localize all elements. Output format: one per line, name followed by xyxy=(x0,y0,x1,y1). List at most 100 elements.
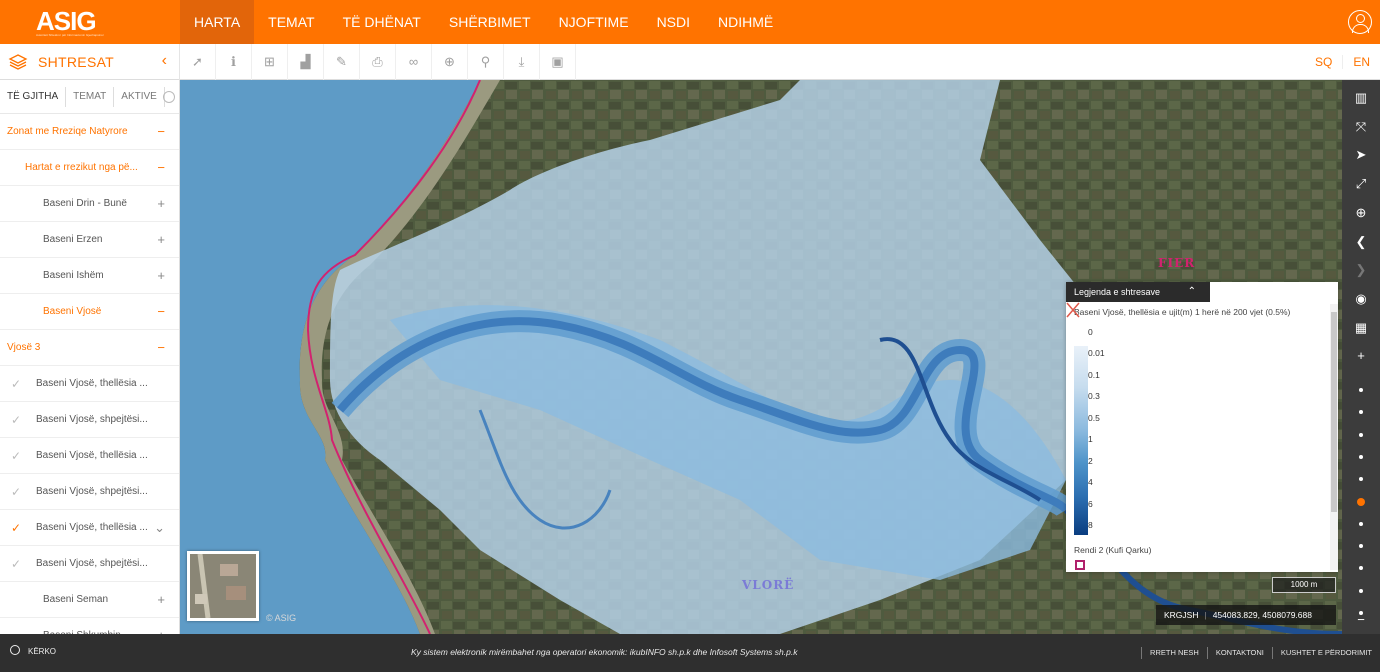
back-icon[interactable]: ❮ xyxy=(1342,228,1380,256)
add-box-icon[interactable]: ⊞ xyxy=(252,44,288,80)
nav-harta[interactable]: HARTA xyxy=(180,0,255,44)
checkmark-icon[interactable]: ✓ xyxy=(11,474,21,509)
zoom-level-dot[interactable] xyxy=(1359,388,1363,392)
layer-label: Baseni Vjosë, thellësia ... xyxy=(36,450,148,461)
layer-label: Zonat me Rreziqe Natyrore xyxy=(7,126,128,137)
layer-tree-item[interactable]: Baseni Drin - Bunë + xyxy=(0,186,179,222)
zoom-level-dot[interactable] xyxy=(1359,588,1363,593)
expand-icon[interactable]: + xyxy=(157,258,165,293)
nav-ndihme[interactable]: NDIHMË xyxy=(704,0,787,44)
pointer-icon[interactable]: ➚ xyxy=(180,44,216,80)
crs-label[interactable]: KRGJSH xyxy=(1164,610,1198,620)
nav-sherbimet[interactable]: SHËRBIMET xyxy=(435,0,545,44)
layer-tree-item[interactable]: Hartat e rrezikut nga pë... − xyxy=(0,150,179,186)
legend-header[interactable]: Legjenda e shtresave ⌃ xyxy=(1066,282,1210,302)
checkmark-icon[interactable]: ✓ xyxy=(11,402,21,437)
layer-tree-item[interactable]: Baseni Erzen + xyxy=(0,222,179,258)
lang-sq-button[interactable]: SQ xyxy=(1305,55,1342,69)
layer-tree-item[interactable]: ✓ Baseni Vjosë, shpejtësi... xyxy=(0,402,179,438)
layer-tree-item[interactable]: ✓ Baseni Vjosë, thellësia ... xyxy=(0,438,179,474)
layer-tree-item[interactable]: ✓ Baseni Vjosë, thellësia ... xyxy=(0,366,179,402)
depth-color-ramp xyxy=(1074,346,1088,535)
chevron-up-icon[interactable]: ⌃ xyxy=(1188,282,1196,302)
nav-temat[interactable]: TEMAT xyxy=(254,0,328,44)
checkmark-icon[interactable]: ✓ xyxy=(11,510,21,545)
layer-tree-item[interactable]: ✓ Baseni Vjosë, shpejtësi... xyxy=(0,546,179,582)
link-icon[interactable]: ∞ xyxy=(396,44,432,80)
collapse-icon[interactable]: − xyxy=(157,150,165,185)
layer-tree-item[interactable]: Baseni Ishëm + xyxy=(0,258,179,294)
layer-tree-item[interactable]: Zonat me Rreziqe Natyrore − xyxy=(0,114,179,150)
collapse-icon[interactable]: − xyxy=(157,294,165,329)
layer-label: Baseni Ishëm xyxy=(43,270,104,281)
edit-icon[interactable]: ✎ xyxy=(324,44,360,80)
layer-tree-item[interactable]: Baseni Shkumbin + xyxy=(0,618,179,634)
nav-nsdi[interactable]: NSDI xyxy=(643,0,704,44)
legend-scrollbar[interactable] xyxy=(1330,304,1338,570)
overview-minimap[interactable] xyxy=(187,551,259,621)
map-attribution: © ASIG xyxy=(266,613,297,623)
collapse-icon[interactable]: − xyxy=(157,114,165,149)
logo-subtext: Autoriteti Shtetëror për Informacionin G… xyxy=(36,33,104,37)
layer-tree-item[interactable]: ✓ Baseni Vjosë, shpejtësi... xyxy=(0,474,179,510)
expand-icon[interactable]: ⤢ xyxy=(1342,170,1380,198)
legend-value: 4 xyxy=(1088,477,1093,487)
chart-icon[interactable]: ▟ xyxy=(288,44,324,80)
zoom-level-current[interactable] xyxy=(1357,497,1365,506)
zoom-out-icon[interactable]: − xyxy=(1342,606,1380,634)
layer-tree-item[interactable]: Baseni Seman + xyxy=(0,582,179,618)
lang-en-button[interactable]: EN xyxy=(1342,55,1380,69)
expand-icon[interactable]: + xyxy=(157,582,165,617)
tab-active[interactable]: AKTIVE xyxy=(114,86,165,107)
image-icon[interactable]: ▣ xyxy=(540,44,576,80)
coordinates-value: 454083.829, 4508079.688 xyxy=(1212,610,1312,620)
expand-icon[interactable]: + xyxy=(157,618,165,634)
checkmark-icon[interactable]: ✓ xyxy=(11,546,21,581)
print-icon[interactable]: ⎙ xyxy=(360,44,396,80)
chevron-left-icon[interactable]: ‹ xyxy=(162,53,167,69)
info-icon[interactable]: ℹ xyxy=(216,44,252,80)
locate-icon[interactable]: ➤ xyxy=(1342,141,1380,169)
checkmark-icon[interactable]: ✓ xyxy=(11,438,21,473)
forward-icon[interactable]: ❯ xyxy=(1342,256,1380,284)
grid-icon[interactable]: ▦ xyxy=(1342,314,1380,342)
nav-njoftime[interactable]: NJOFTIME xyxy=(545,0,643,44)
settings-icon[interactable] xyxy=(162,90,175,103)
zoom-level-dot[interactable] xyxy=(1359,544,1363,549)
zoom-level-dot[interactable] xyxy=(1359,521,1363,526)
footer-link-rreth-nesh[interactable]: RRETH NESH xyxy=(1141,647,1207,659)
zoom-in-icon[interactable]: + xyxy=(1342,342,1380,370)
map-icon[interactable]: ▥ xyxy=(1342,84,1380,112)
boundary-symbol xyxy=(1075,560,1085,570)
chevron-down-icon[interactable]: ⌄ xyxy=(154,510,165,545)
search-icon[interactable]: ⚲ xyxy=(468,44,504,80)
search-button[interactable]: KËRKO xyxy=(10,634,56,672)
map-canvas[interactable]: FIER VLORË © ASIG Legjenda e shtresave ⌃… xyxy=(180,80,1342,634)
layer-tree-item[interactable]: Baseni Vjosë − xyxy=(0,294,179,330)
zoom-extent-icon[interactable]: ⊕ xyxy=(1342,199,1380,227)
tab-all[interactable]: TË GJITHA xyxy=(0,86,67,107)
layers-tabs: TË GJITHA TEMAT AKTIVE xyxy=(0,80,179,114)
add-circle-icon[interactable]: ⊕ xyxy=(432,44,468,80)
user-circle-icon[interactable] xyxy=(1348,10,1372,34)
checkmark-icon[interactable]: ✓ xyxy=(11,366,21,401)
asig-logo[interactable]: ASIG Autoriteti Shtetëror për Informacio… xyxy=(36,6,110,38)
zoom-level-dot[interactable] xyxy=(1359,432,1363,437)
layer-tree-item[interactable]: ✓ Baseni Vjosë, thellësia ... ⌄ xyxy=(0,510,179,546)
search-icon xyxy=(10,645,20,655)
fullscreen-icon[interactable]: ⤧ xyxy=(1342,113,1380,141)
globe-icon[interactable]: ◉ xyxy=(1342,285,1380,313)
footer-link-kushtet-e-perdorimit[interactable]: KUSHTET E PËRDORIMIT xyxy=(1271,647,1380,659)
zoom-level-dot[interactable] xyxy=(1359,410,1363,415)
zoom-level-dot[interactable] xyxy=(1359,454,1363,459)
zoom-level-dot[interactable] xyxy=(1359,477,1363,482)
collapse-icon[interactable]: − xyxy=(157,330,165,365)
nav-te-dhenat[interactable]: TË DHËNAT xyxy=(329,0,435,44)
expand-icon[interactable]: + xyxy=(157,222,165,257)
zoom-level-dot[interactable] xyxy=(1359,566,1363,571)
footer-link-kontaktoni[interactable]: KONTAKTONI xyxy=(1206,647,1272,659)
tab-themes[interactable]: TEMAT xyxy=(66,86,115,107)
expand-icon[interactable]: + xyxy=(157,186,165,221)
layer-tree-item[interactable]: Vjosë 3 − xyxy=(0,330,179,366)
download-icon[interactable]: ⤓ xyxy=(504,44,540,80)
